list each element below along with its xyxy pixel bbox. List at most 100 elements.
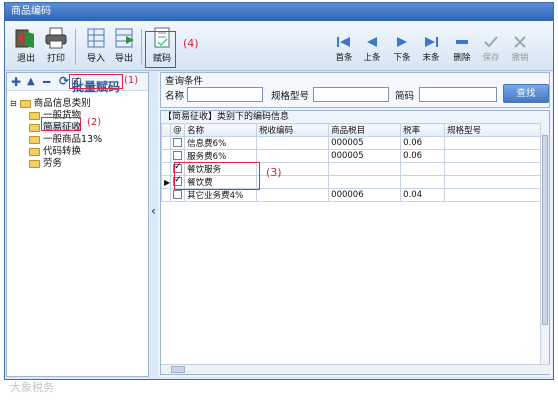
query-group: 查询条件 名称 规格型号 简码 查找	[160, 72, 550, 108]
save-button[interactable]: 保存	[477, 35, 505, 67]
cell-rate[interactable]: 0.06	[400, 149, 446, 163]
row-indicator	[160, 136, 172, 150]
row-checkbox[interactable]	[170, 136, 186, 150]
cell-rate[interactable]: 0.04	[400, 188, 446, 202]
watermark: 大象税务	[10, 381, 54, 394]
add-icon[interactable]: ✚	[11, 75, 21, 89]
first-icon	[337, 37, 350, 47]
code-grid: 【简易征收】类别下的编码信息 @ 名称 税收编码 商品税目 税率 规格型号 信息…	[160, 110, 550, 375]
cell-name[interactable]: 信息费6%	[184, 136, 258, 150]
column-header[interactable]: 名称	[184, 123, 258, 137]
cell-item[interactable]	[328, 175, 402, 189]
horizontal-scrollbar[interactable]	[161, 364, 550, 374]
check-icon	[484, 36, 498, 48]
toolbar: 退出 打印 导入 导出 赋码 (4) 首条 上条 下条 末条 删除 保存 撤销	[5, 21, 553, 71]
cell-item[interactable]: 000005	[328, 149, 402, 163]
tree-item-labor[interactable]: 劳务	[29, 155, 62, 169]
cancel-button[interactable]: 撤销	[506, 35, 534, 67]
toolbar-separator	[75, 29, 76, 65]
collapse-icon[interactable]: ⊟	[10, 99, 17, 108]
refresh-icon[interactable]: ⟳	[59, 74, 69, 88]
cell-item[interactable]: 000005	[328, 136, 402, 150]
up-icon[interactable]: ▲	[27, 76, 35, 87]
query-group-label: 查询条件	[165, 76, 204, 87]
cell-tax-code[interactable]	[256, 188, 330, 202]
cell-spec[interactable]	[444, 136, 543, 150]
annotation-3: (3)	[266, 166, 282, 179]
row-checkbox[interactable]	[170, 188, 186, 202]
highlight-box-3	[174, 162, 260, 190]
row-indicator	[160, 162, 172, 176]
cell-item[interactable]	[328, 162, 402, 176]
abbr-input[interactable]	[419, 87, 497, 102]
row-indicator-header	[160, 123, 172, 137]
row-indicator	[160, 149, 172, 163]
window-title: 商品编码	[5, 3, 553, 21]
cell-item[interactable]: 000006	[328, 188, 402, 202]
search-button[interactable]: 查找	[503, 84, 549, 103]
cell-rate[interactable]	[400, 175, 446, 189]
remove-icon[interactable]: ━	[43, 75, 50, 89]
table-row[interactable]: 其它业务费4% 000006 0.04	[160, 188, 543, 202]
main-panel: 查询条件 名称 规格型号 简码 查找 【简易征收】类别下的编码信息 @ 名称 税…	[158, 72, 552, 377]
panel-splitter[interactable]: ‹	[150, 72, 158, 377]
delete-button[interactable]: 删除	[448, 35, 476, 67]
cell-rate[interactable]	[400, 162, 446, 176]
grid-title: 【简易征收】类别下的编码信息	[161, 111, 549, 123]
next-record-button[interactable]: 下条	[388, 35, 416, 67]
name-label: 名称	[165, 91, 185, 102]
checkbox-icon	[173, 138, 183, 147]
highlight-box-4	[145, 31, 176, 68]
cell-name[interactable]: 服务费6%	[184, 149, 258, 163]
cell-spec[interactable]	[444, 175, 543, 189]
cell-tax-code[interactable]	[256, 149, 330, 163]
column-header[interactable]: 税收编码	[256, 123, 330, 137]
printer-icon	[45, 27, 67, 49]
vertical-scrollbar[interactable]	[540, 123, 549, 364]
row-indicator	[160, 188, 172, 202]
product-code-window: 商品编码 退出 打印 导入 导出 赋码 (4) 首条 上条 下条 末条 删除 保…	[4, 2, 554, 380]
scroll-thumb[interactable]	[542, 135, 548, 325]
annotation-4: (4)	[183, 37, 199, 50]
export-icon	[115, 28, 134, 48]
annotation-2: (2)	[87, 117, 102, 128]
column-header[interactable]: 商品税目	[328, 123, 402, 137]
row-indicator: ▶	[160, 175, 172, 189]
next-icon	[397, 37, 407, 47]
highlight-box-2	[41, 117, 81, 131]
scroll-thumb[interactable]	[171, 366, 185, 373]
name-input[interactable]	[187, 87, 263, 102]
exit-icon	[15, 29, 34, 48]
exit-button[interactable]: 退出	[11, 27, 41, 67]
spec-input[interactable]	[313, 87, 389, 102]
abbr-label: 简码	[395, 91, 415, 102]
import-button[interactable]: 导入	[81, 27, 111, 67]
spec-label: 规格型号	[271, 91, 310, 102]
table-row[interactable]: 信息费6% 000005 0.06	[160, 136, 543, 150]
table-row[interactable]: 服务费6% 000005 0.06	[160, 149, 543, 163]
first-record-button[interactable]: 首条	[330, 35, 358, 67]
folder-icon	[29, 159, 40, 168]
prev-icon	[367, 37, 377, 47]
collapse-left-icon[interactable]: ‹	[151, 204, 156, 218]
toolbar-separator	[141, 29, 142, 65]
close-icon	[514, 36, 526, 48]
cell-spec[interactable]	[444, 188, 543, 202]
cell-rate[interactable]: 0.06	[400, 136, 446, 150]
cell-tax-code[interactable]	[256, 136, 330, 150]
table-header-row: @ 名称 税收编码 商品税目 税率 规格型号	[160, 123, 543, 137]
column-header[interactable]: 规格型号	[444, 123, 543, 137]
row-checkbox[interactable]	[170, 149, 186, 163]
last-icon	[425, 37, 438, 47]
column-header[interactable]: 税率	[400, 123, 446, 137]
cell-name[interactable]: 其它业务费4%	[184, 188, 258, 202]
last-record-button[interactable]: 末条	[417, 35, 445, 67]
column-header[interactable]: @	[170, 123, 186, 137]
import-icon	[87, 28, 105, 48]
annotation-1: (1)	[124, 75, 139, 86]
export-button[interactable]: 导出	[109, 27, 139, 67]
cell-spec[interactable]	[444, 149, 543, 163]
prev-record-button[interactable]: 上条	[358, 35, 386, 67]
cell-spec[interactable]	[444, 162, 543, 176]
print-button[interactable]: 打印	[41, 27, 71, 67]
